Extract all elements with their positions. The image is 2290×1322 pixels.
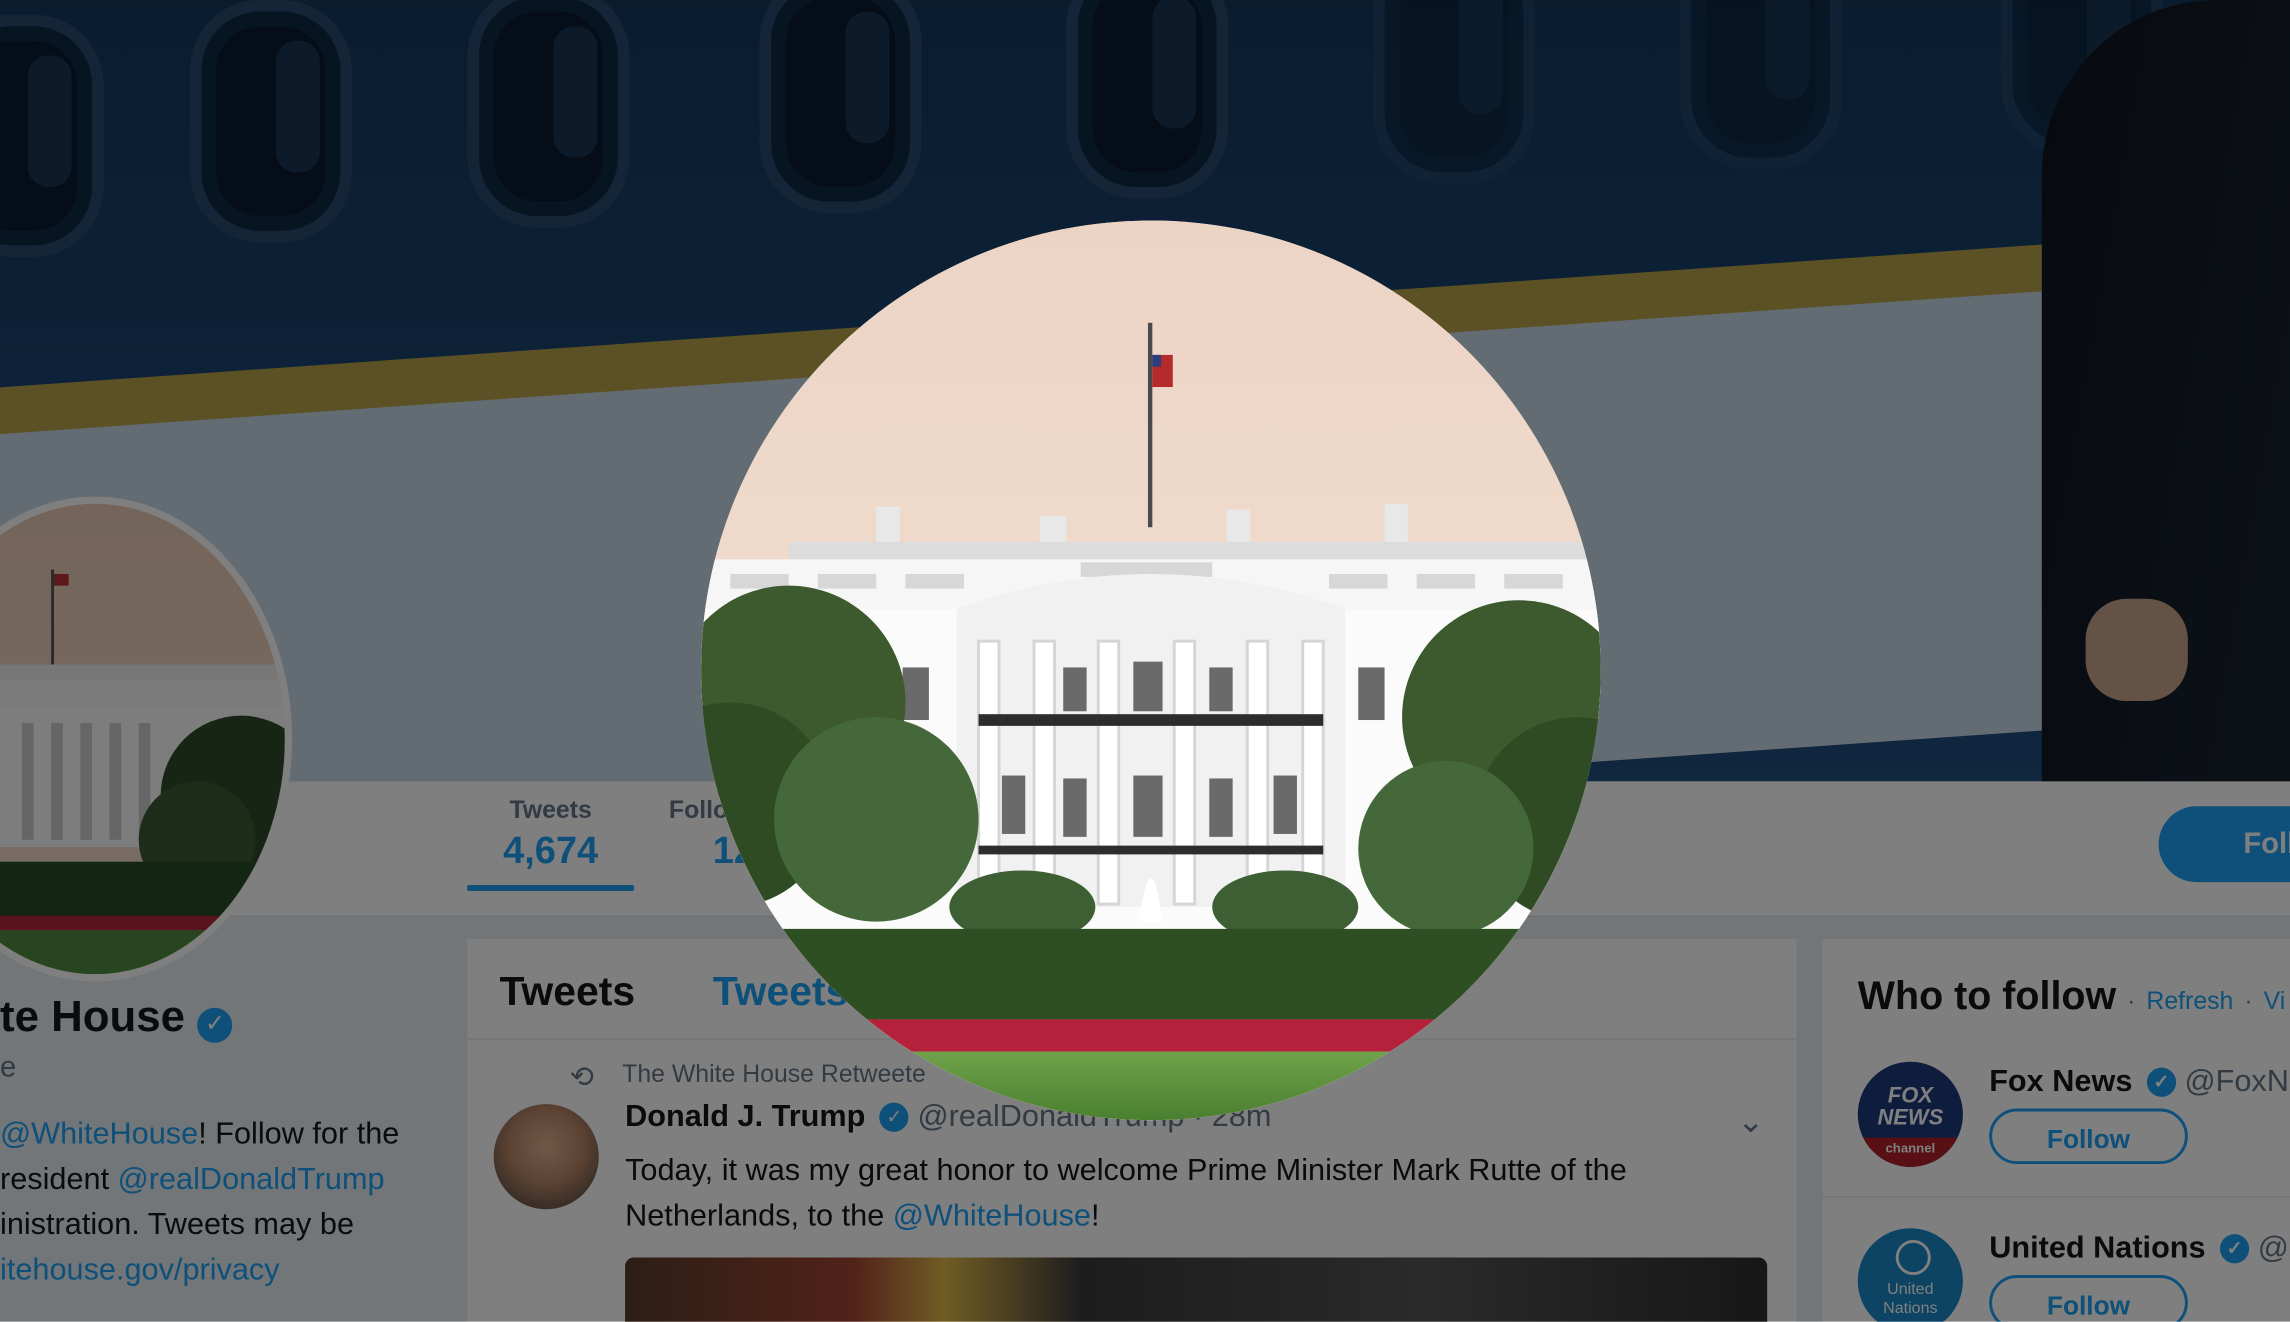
enlarged-profile-photo[interactable] (701, 220, 1601, 1121)
white-house-photo (701, 220, 1601, 1121)
screen: Tweets 4,674 Follo 12 Follo (0, 0, 2290, 1322)
